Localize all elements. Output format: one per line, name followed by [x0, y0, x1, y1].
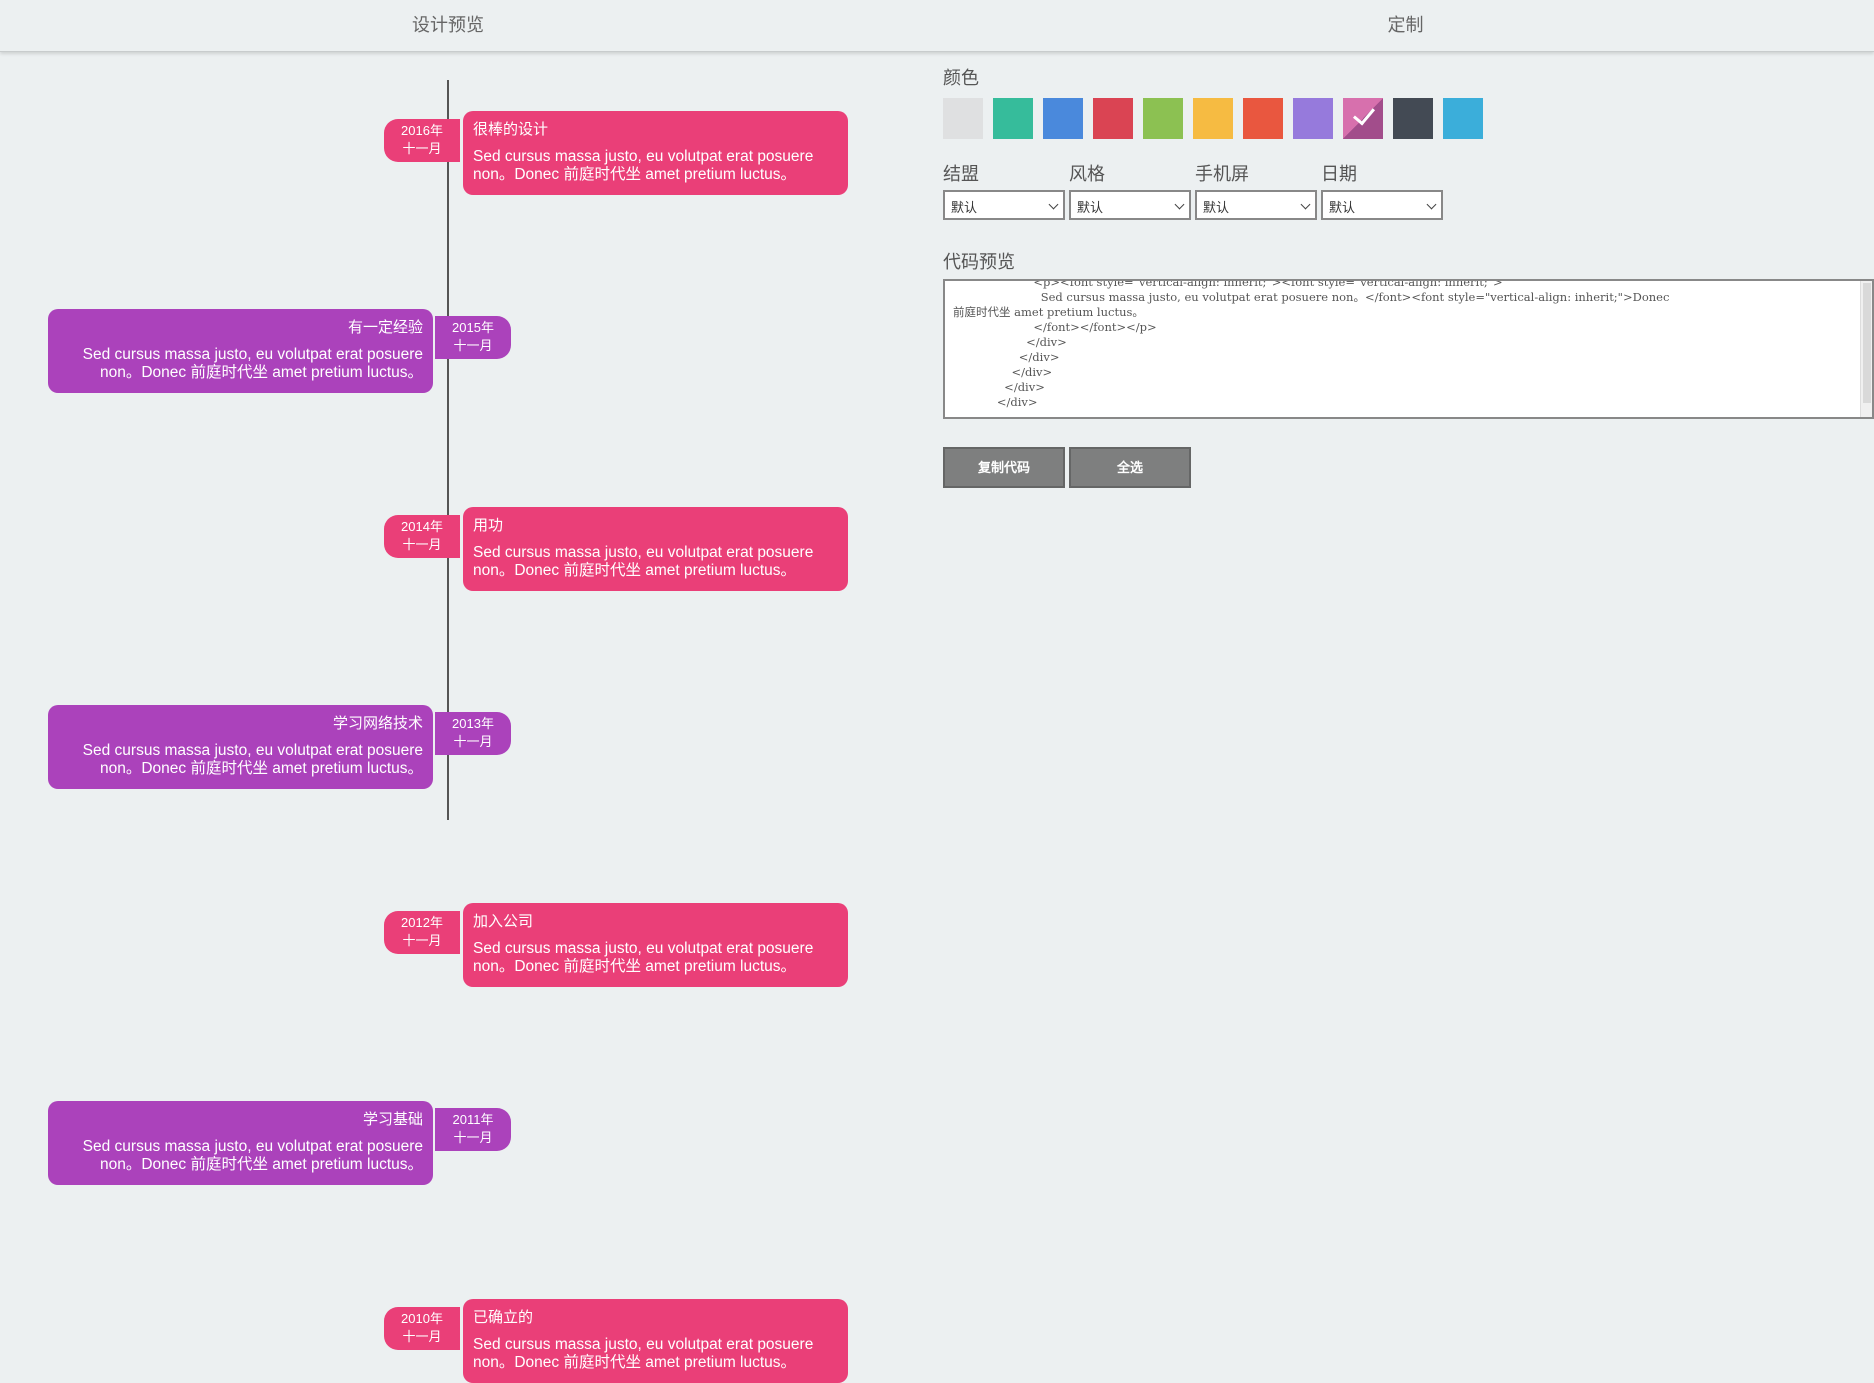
timeline-month: 十一月	[453, 1130, 493, 1145]
timeline-card: 用功 Sed cursus massa justo, eu volutpat er…	[463, 507, 848, 591]
timeline-card-text: non。Donec 前庭时代坐 amet pretium luctus。	[473, 166, 797, 183]
timeline-card: 学习网络技术 Sed cursus massa justo, eu volutpa…	[48, 705, 433, 789]
timeline-month: 十一月	[453, 734, 493, 749]
option-select-value: 默认	[951, 200, 978, 215]
timeline-card-title: 有一定经验	[347, 319, 423, 336]
chevron-down-icon	[1048, 199, 1059, 210]
timeline-card-text: Sed cursus massa justo, eu volutpat erat…	[82, 1138, 423, 1155]
option-label: 日期	[1321, 164, 1357, 184]
option-select[interactable]: 默认	[1321, 190, 1443, 220]
option-select[interactable]: 默认	[1195, 190, 1317, 220]
color-swatch[interactable]	[1143, 98, 1183, 139]
code-line: </div>	[953, 395, 1038, 409]
code-content: <p><font style="vertical-align: inherit;…	[953, 279, 1864, 410]
timeline-card-text: non。Donec 前庭时代坐 amet pretium luctus。	[99, 1156, 423, 1173]
timeline-month: 十一月	[402, 537, 442, 552]
color-swatch[interactable]	[993, 98, 1033, 139]
option-select-value: 默认	[1077, 200, 1104, 215]
top-tab-bar: 设计预览 定制	[0, 0, 1874, 52]
timeline-year: 2014年	[401, 519, 443, 534]
timeline-card-text: Sed cursus massa justo, eu volutpat erat…	[473, 148, 814, 165]
timeline-date: 2010年十一月	[384, 1307, 460, 1350]
copy-code-button[interactable]: 复制代码	[943, 447, 1065, 488]
code-line: <p><font style="vertical-align: inherit;…	[953, 279, 1503, 289]
color-swatch[interactable]	[1193, 98, 1233, 139]
option-label: 结盟	[943, 164, 979, 184]
timeline-card-text: Sed cursus massa justo, eu volutpat erat…	[82, 346, 423, 363]
timeline-year: 2013年	[452, 716, 494, 731]
timeline-month: 十一月	[402, 1329, 442, 1344]
option-label: 风格	[1069, 164, 1105, 184]
timeline-card: 已确立的 Sed cursus massa justo, eu volutpat …	[463, 1299, 848, 1383]
timeline-year: 2016年	[401, 123, 443, 138]
timeline-year: 2010年	[401, 1311, 443, 1326]
color-label: 颜色	[943, 68, 979, 88]
timeline-month: 十一月	[402, 141, 442, 156]
timeline-card-text: non。Donec 前庭时代坐 amet pretium luctus。	[99, 760, 423, 777]
chevron-down-icon	[1174, 199, 1185, 210]
option-select[interactable]: 默认	[943, 190, 1065, 220]
timeline-date: 2013年十一月	[435, 712, 511, 755]
timeline-axis	[447, 80, 449, 820]
code-line: </div>	[953, 380, 1045, 394]
timeline-date: 2014年十一月	[384, 515, 460, 558]
timeline-card-title: 用功	[473, 517, 504, 534]
color-swatch[interactable]	[1043, 98, 1083, 139]
color-swatch[interactable]	[1443, 98, 1483, 139]
timeline-card-title: 学习基础	[362, 1111, 423, 1128]
code-preview-textarea[interactable]: <p><font style="vertical-align: inherit;…	[943, 279, 1874, 419]
code-line: 前庭时代坐 amet pretium luctus。	[953, 305, 1144, 319]
code-line: </div>	[953, 365, 1053, 379]
timeline-date: 2015年十一月	[435, 316, 511, 359]
timeline-card-title: 加入公司	[473, 913, 534, 930]
timeline-card-text: Sed cursus massa justo, eu volutpat erat…	[82, 742, 423, 759]
timeline-year: 2011年	[452, 1112, 494, 1127]
color-swatch[interactable]	[1343, 98, 1383, 139]
option-select-value: 默认	[1329, 200, 1356, 215]
code-scrollbar[interactable]	[1860, 281, 1872, 417]
code-line: </div>	[953, 350, 1060, 364]
code-line: Sed cursus massa justo, eu volutpat erat…	[953, 290, 1670, 304]
timeline-card-text: Sed cursus massa justo, eu volutpat erat…	[473, 544, 814, 561]
timeline-date: 2012年十一月	[384, 911, 460, 954]
timeline-card-text: non。Donec 前庭时代坐 amet pretium luctus。	[473, 562, 797, 579]
select-all-button[interactable]: 全选	[1069, 447, 1191, 488]
timeline-card: 加入公司 Sed cursus massa justo, eu volutpat …	[463, 903, 848, 987]
code-line: </font></font></p>	[953, 320, 1157, 334]
timeline-card: 有一定经验 Sed cursus massa justo, eu volutpat…	[48, 309, 433, 393]
timeline-date: 2011年十一月	[435, 1108, 511, 1151]
timeline-card-text: non。Donec 前庭时代坐 amet pretium luctus。	[99, 364, 423, 381]
timeline-card: 学习基础 Sed cursus massa justo, eu volutpat …	[48, 1101, 433, 1185]
timeline-card-title: 很棒的设计	[473, 121, 549, 138]
timeline-year: 2015年	[452, 320, 494, 335]
color-swatch[interactable]	[943, 98, 983, 139]
timeline-month: 十一月	[453, 338, 493, 353]
option-select-value: 默认	[1203, 200, 1230, 215]
color-swatch[interactable]	[1093, 98, 1133, 139]
color-swatch[interactable]	[1243, 98, 1283, 139]
timeline-month: 十一月	[402, 933, 442, 948]
timeline-date: 2016年十一月	[384, 119, 460, 162]
timeline-card-title: 已确立的	[473, 1309, 534, 1326]
scrollbar-thumb[interactable]	[1863, 283, 1871, 403]
chevron-down-icon	[1426, 199, 1437, 210]
timeline-card-text: non。Donec 前庭时代坐 amet pretium luctus。	[473, 1354, 797, 1371]
timeline-card-text: Sed cursus massa justo, eu volutpat erat…	[473, 1336, 814, 1353]
code-preview-label: 代码预览	[943, 252, 1015, 272]
timeline-card-title: 学习网络技术	[332, 715, 423, 732]
option-select[interactable]: 默认	[1069, 190, 1191, 220]
timeline-year: 2012年	[401, 915, 443, 930]
tab-design-preview[interactable]: 设计预览	[0, 0, 896, 52]
color-swatch[interactable]	[1293, 98, 1333, 139]
timeline-card-text: non。Donec 前庭时代坐 amet pretium luctus。	[473, 958, 797, 975]
chevron-down-icon	[1300, 199, 1311, 210]
timeline-card-text: Sed cursus massa justo, eu volutpat erat…	[473, 940, 814, 957]
tab-customize[interactable]: 定制	[937, 0, 1874, 52]
timeline-card: 很棒的设计 Sed cursus massa justo, eu volutpat…	[463, 111, 848, 195]
option-label: 手机屏	[1195, 164, 1249, 184]
code-line: </div>	[953, 335, 1067, 349]
color-swatch[interactable]	[1393, 98, 1433, 139]
